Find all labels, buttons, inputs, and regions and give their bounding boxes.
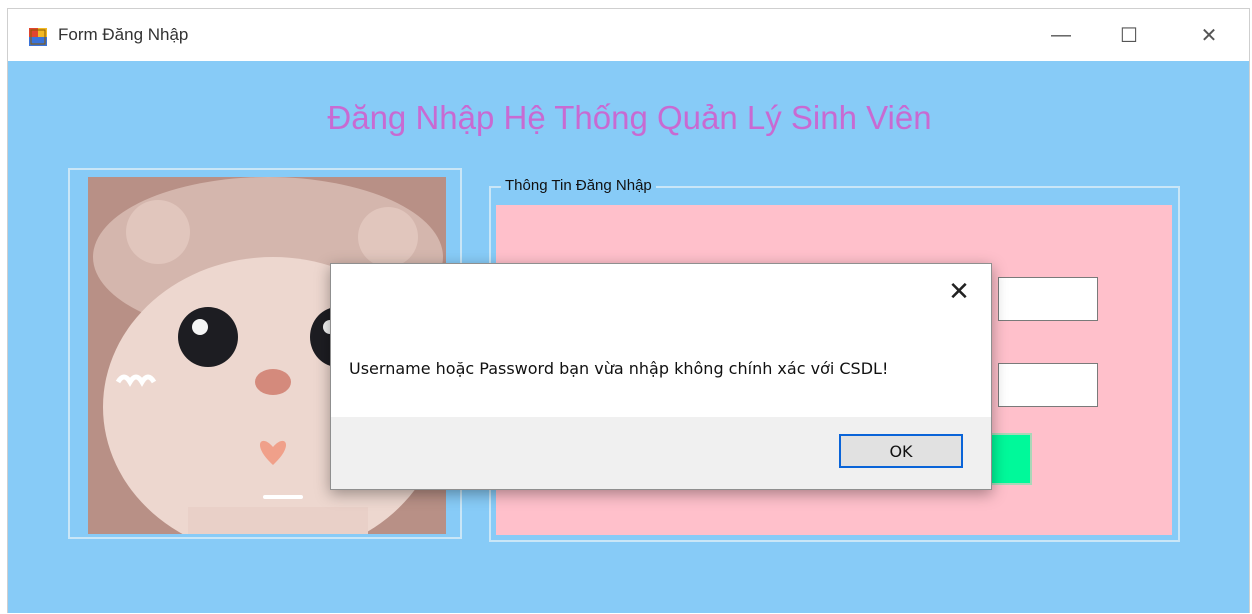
dialog-footer: OK (331, 417, 991, 489)
maximize-button[interactable]: ☐ (1106, 15, 1152, 55)
maximize-icon: ☐ (1120, 24, 1138, 47)
page-title: Đăng Nhập Hệ Thống Quản Lý Sinh Viên (327, 99, 932, 136)
close-icon: ✕ (948, 275, 970, 306)
login-button[interactable] (988, 433, 1032, 485)
close-window-button[interactable]: ✕ (1186, 15, 1232, 55)
title-bar: Form Đăng Nhập — ☐ ✕ (8, 9, 1249, 61)
dialog-close-button[interactable]: ✕ (941, 276, 977, 306)
password-field[interactable] (998, 363, 1098, 407)
minimize-icon: — (1051, 23, 1071, 46)
minimize-button[interactable]: — (1038, 15, 1084, 55)
error-message: Username hoặc Password bạn vừa nhập khôn… (349, 359, 889, 378)
groupbox-title: Thông Tin Đăng Nhập (501, 177, 656, 194)
window-title: Form Đăng Nhập (58, 25, 189, 44)
app-icon (29, 28, 47, 46)
close-icon: ✕ (1200, 24, 1218, 47)
error-dialog: ✕ Username hoặc Password bạn vừa nhập kh… (330, 263, 992, 490)
username-field[interactable] (998, 277, 1098, 321)
ok-button[interactable]: OK (839, 434, 963, 468)
